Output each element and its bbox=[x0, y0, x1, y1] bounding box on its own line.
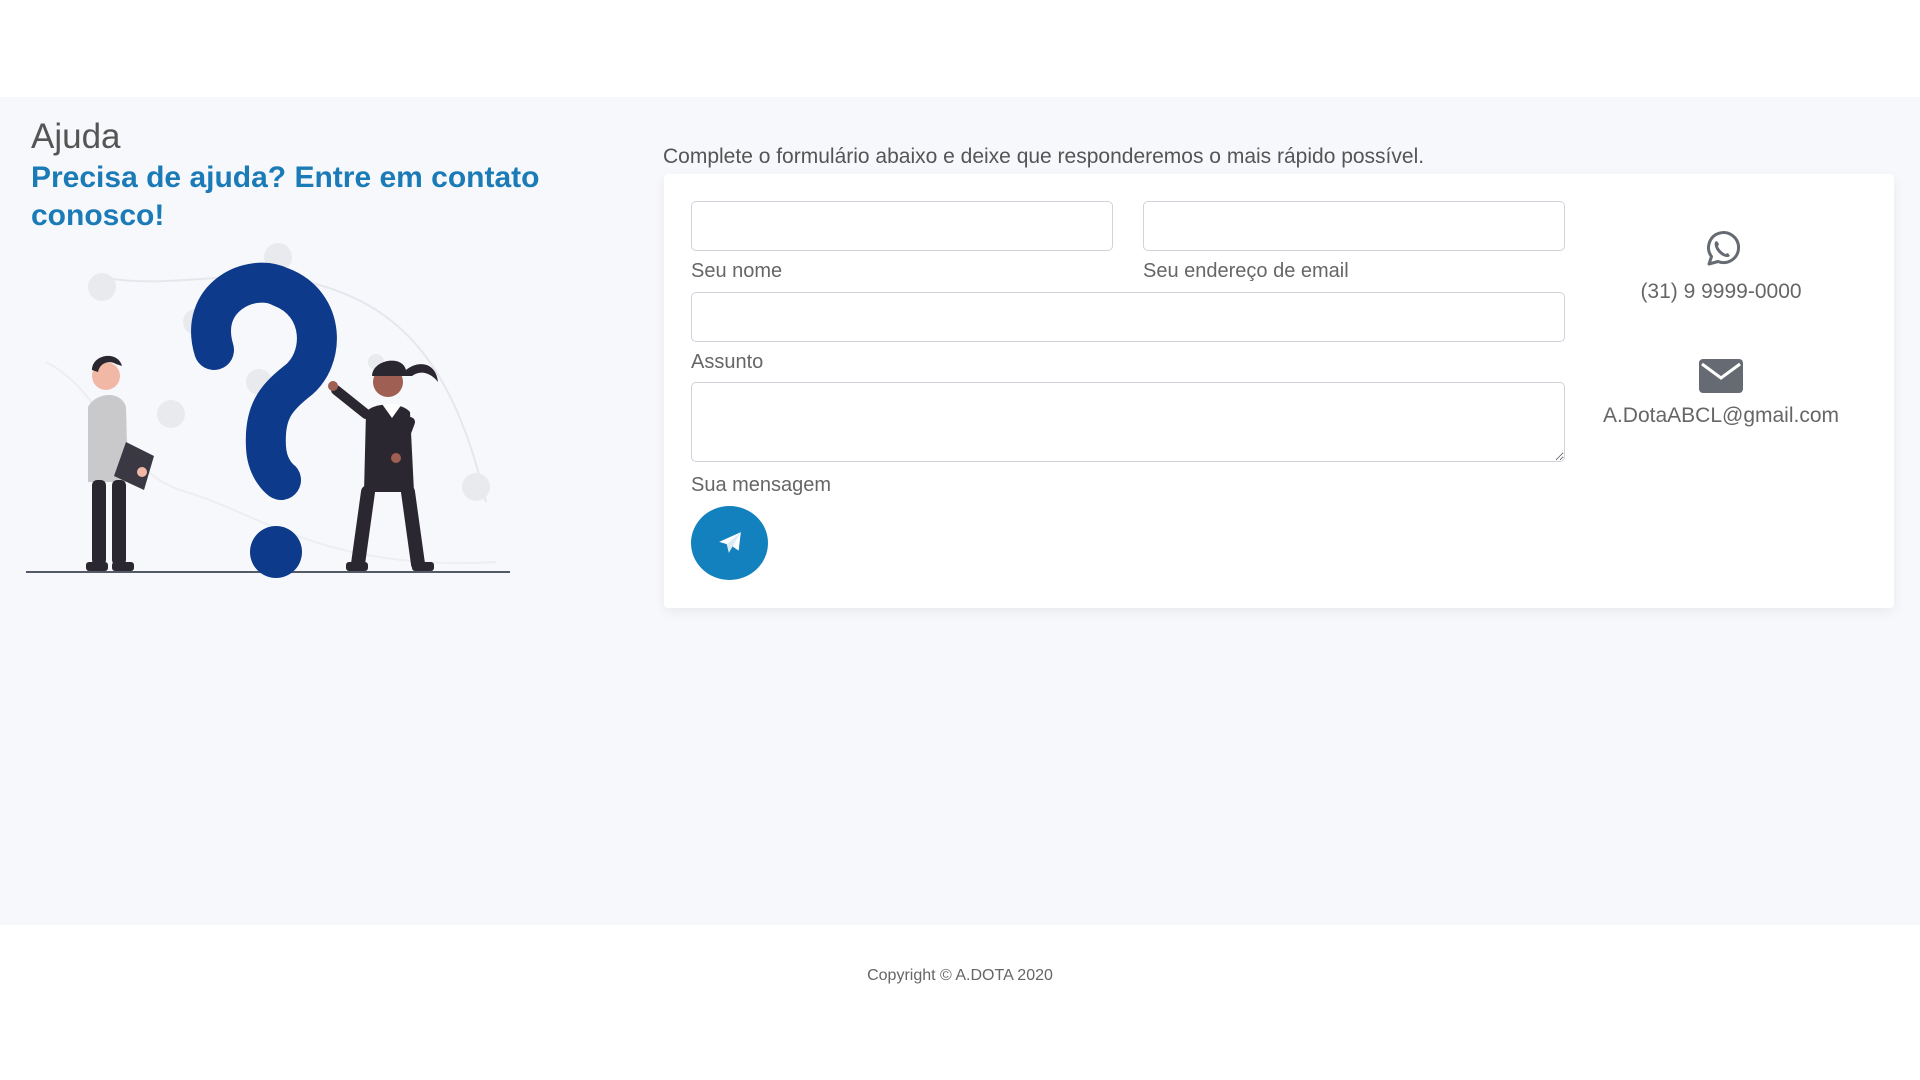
subject-label: Assunto bbox=[691, 351, 764, 373]
name-input[interactable] bbox=[691, 201, 1113, 251]
page-subtitle: Precisa de ajuda? Entre em contato conos… bbox=[31, 161, 540, 232]
email-label: Seu endereço de email bbox=[1143, 260, 1349, 282]
name-label: Seu nome bbox=[691, 260, 783, 282]
page-title: Ajuda bbox=[31, 117, 121, 156]
message-label: Sua mensagem bbox=[691, 474, 832, 496]
footer: Copyright © A.DOTA 2020 bbox=[0, 925, 1920, 1080]
subject-input[interactable] bbox=[691, 292, 1565, 342]
phone-number: (31) 9 9999-0000 bbox=[1640, 280, 1802, 303]
email-address[interactable]: A.DotaABCL@gmail.com bbox=[1576, 404, 1866, 428]
phone-contact: (31) 9 9999-0000 bbox=[1576, 229, 1866, 304]
main-section: Ajuda Precisa de ajuda? Entre em contato… bbox=[0, 97, 1920, 925]
message-textarea[interactable] bbox=[691, 382, 1565, 462]
email-input[interactable] bbox=[1143, 201, 1565, 251]
top-bar bbox=[0, 0, 1920, 97]
send-button[interactable] bbox=[691, 506, 768, 580]
email-contact: A.DotaABCL@gmail.com bbox=[1576, 359, 1866, 428]
paper-plane-icon bbox=[718, 532, 741, 553]
form-intro-text: Complete o formulário abaixo e deixe que… bbox=[663, 145, 1425, 168]
help-question-mark-illustration bbox=[26, 243, 510, 578]
whatsapp-icon bbox=[1707, 231, 1741, 266]
contact-form-card: Seu nome Seu endereço de email Assunto S… bbox=[664, 174, 1894, 608]
envelope-icon bbox=[1699, 359, 1743, 393]
copyright-text: Copyright © A.DOTA 2020 bbox=[867, 967, 1053, 984]
